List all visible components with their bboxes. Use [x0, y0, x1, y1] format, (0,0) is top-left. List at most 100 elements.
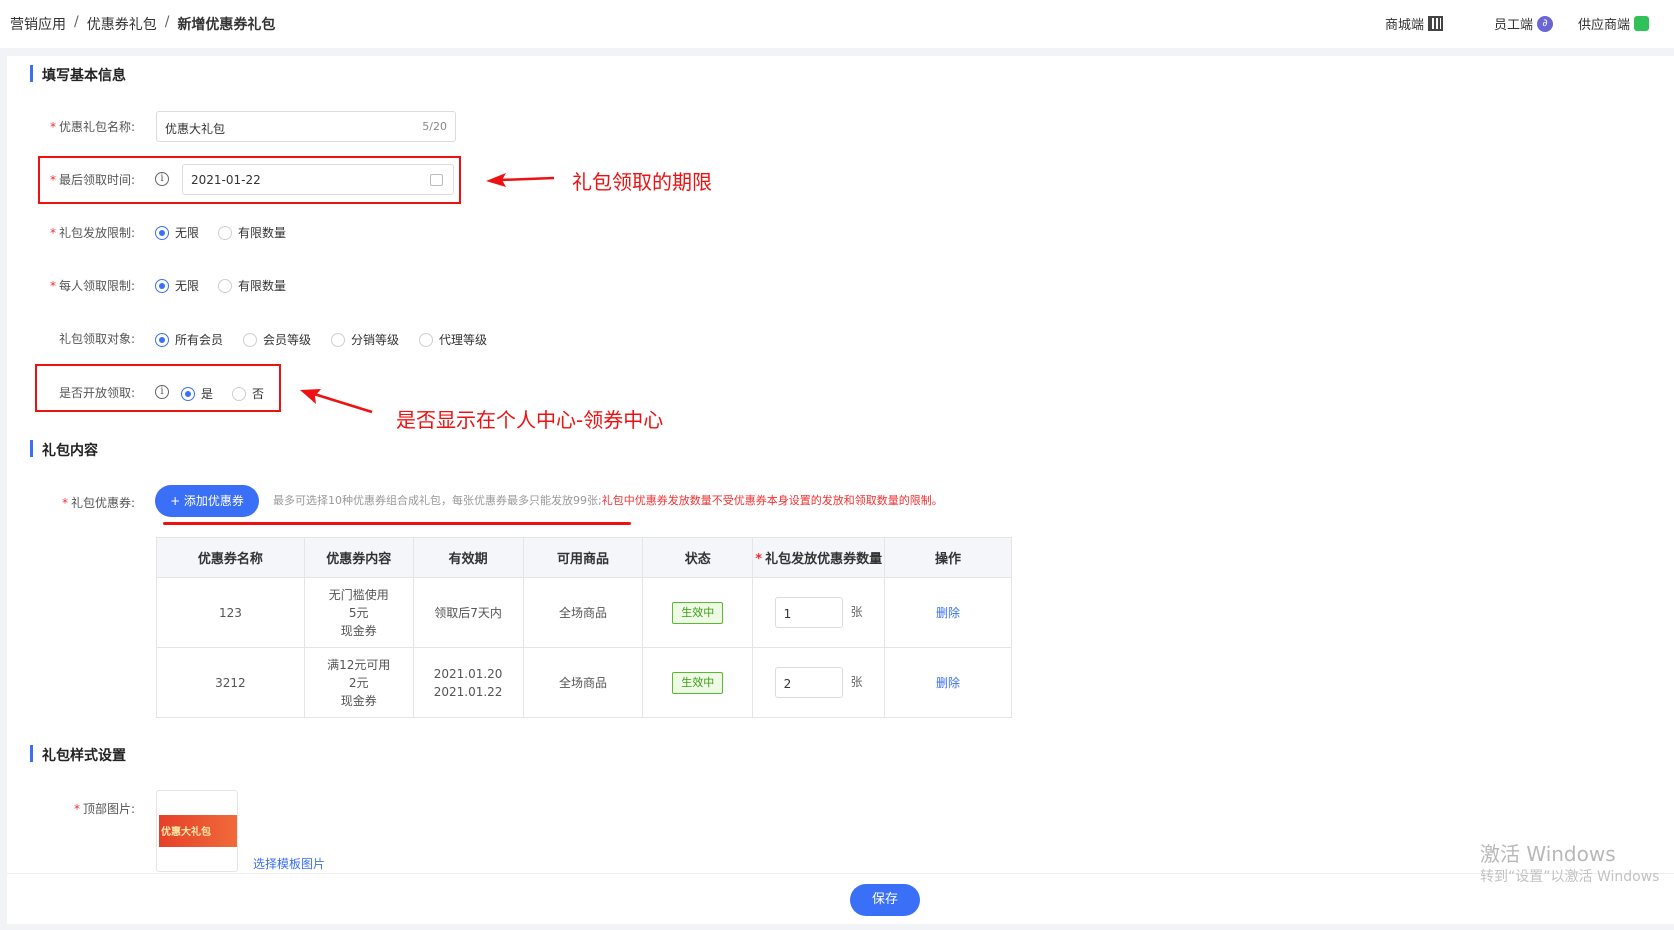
table-row: 3212 满12元可用 2元 现金券 2021.01.20 2021.01.22… — [156, 647, 1012, 718]
column-header: 可用商品 — [522, 537, 644, 578]
radio-unchecked — [331, 332, 345, 347]
save-button[interactable]: 保存 — [850, 884, 920, 916]
cell-coupon-content: 满12元可用 2元 现金券 — [303, 647, 414, 718]
section-title-content: 礼包内容 — [30, 440, 98, 460]
content-line: 现金券 — [340, 623, 377, 638]
per-person-limited-radio[interactable]: 有限数量 — [218, 277, 286, 294]
annotation-underline — [163, 522, 631, 525]
issue-limit-unlimited-radio[interactable]: 无限 — [155, 224, 199, 241]
portal-supplier-label: 供应商端 — [1578, 18, 1631, 33]
breadcrumb: 营销应用 / 优惠券礼包 / 新增优惠券礼包 — [10, 14, 275, 34]
validity-line: 领取后7天内 — [434, 605, 502, 620]
qty-unit: 张 — [850, 675, 863, 689]
open-yes-radio[interactable]: 是 — [181, 385, 213, 402]
choose-template-link[interactable]: 选择模板图片 — [253, 855, 325, 872]
cell-qty: 2张 — [752, 647, 886, 718]
breadcrumb-item-coupon-pack[interactable]: 优惠券礼包 — [87, 14, 157, 34]
cell-action: 删除 — [884, 577, 1012, 648]
radio-unchecked — [218, 278, 232, 293]
cell-status: 生效中 — [642, 577, 754, 648]
info-icon[interactable]: i — [155, 385, 169, 399]
column-header: 有效期 — [412, 537, 524, 578]
cell-validity: 领取后7天内 — [412, 577, 524, 648]
section-title-basic: 填写基本信息 — [30, 65, 126, 85]
per-person-unlimited-radio[interactable]: 无限 — [155, 277, 199, 294]
radio-label: 是 — [201, 387, 214, 401]
radio-unchecked — [232, 386, 246, 401]
top-image-label: * 顶部图片: — [5, 800, 135, 817]
target-agent-level-radio[interactable]: 代理等级 — [419, 331, 487, 348]
link-icon: ∂ — [1537, 15, 1554, 32]
portal-mall-label: 商城端 — [1385, 18, 1425, 33]
delete-link[interactable]: 删除 — [936, 676, 960, 690]
radio-label: 所有会员 — [175, 333, 224, 347]
section-title-style: 礼包样式设置 — [30, 745, 126, 765]
top-image-thumbnail[interactable]: 优惠大礼包 — [156, 790, 238, 872]
name-input[interactable]: 优惠大礼包 5/20 — [156, 111, 456, 142]
target-distribution-level-radio[interactable]: 分销等级 — [331, 331, 399, 348]
required-mark: * — [49, 120, 56, 134]
qty-input[interactable]: 2 — [774, 667, 843, 698]
radio-unchecked — [243, 332, 257, 347]
status-badge: 生效中 — [672, 601, 724, 624]
cell-coupon-content: 无门槛使用 5元 现金券 — [303, 577, 414, 648]
radio-label: 有限数量 — [238, 226, 287, 240]
radio-label: 无限 — [175, 226, 200, 240]
issue-limit-label-text: 礼包发放限制: — [58, 226, 135, 240]
banner-image: 优惠大礼包 — [159, 815, 237, 847]
top-image-label-text: 顶部图片: — [82, 802, 135, 816]
issue-limit-limited-radio[interactable]: 有限数量 — [218, 224, 286, 241]
required-mark: * — [73, 802, 80, 816]
name-input-value: 优惠大礼包 — [165, 122, 226, 136]
target-member-level-radio[interactable]: 会员等级 — [243, 331, 311, 348]
content-line: 满12元可用 — [327, 657, 391, 672]
cell-qty: 1张 — [752, 577, 886, 648]
annotation-open: 是否显示在个人中心-领券中心 — [396, 408, 664, 432]
name-label: * 优惠礼包名称: — [5, 118, 135, 135]
radio-checked — [155, 332, 169, 347]
breadcrumb-separator: / — [74, 14, 79, 30]
portal-staff-label: 员工端 — [1494, 18, 1534, 33]
open-label-text: 是否开放领取: — [58, 386, 135, 400]
radio-checked — [155, 278, 169, 293]
target-all-members-radio[interactable]: 所有会员 — [155, 331, 223, 348]
per-person-label: * 每人领取限制: — [5, 277, 135, 294]
cell-coupon-name: 3212 — [156, 647, 305, 718]
portal-supplier[interactable]: 供应商端 — [1578, 14, 1650, 33]
qty-input[interactable]: 1 — [774, 597, 843, 628]
radio-label: 有限数量 — [238, 279, 287, 293]
header-divider — [0, 48, 1674, 56]
radio-label: 否 — [252, 387, 265, 401]
info-icon[interactable]: i — [155, 172, 169, 186]
add-coupon-button[interactable]: + 添加优惠券 — [155, 485, 259, 517]
deadline-date-picker[interactable]: 2021-01-22 — [182, 164, 454, 195]
qrcode-icon — [1428, 16, 1444, 31]
cell-goods: 全场商品 — [522, 577, 644, 648]
issue-limit-label: * 礼包发放限制: — [5, 224, 135, 241]
footer-divider — [7, 873, 1674, 874]
open-no-radio[interactable]: 否 — [232, 385, 264, 402]
coupon-table: 优惠券名称 优惠券内容 有效期 可用商品 状态 * 礼包发放优惠券数量 操作 12… — [156, 537, 1012, 718]
radio-label: 无限 — [175, 279, 200, 293]
deadline-date-value: 2021-01-22 — [191, 173, 261, 187]
portal-staff[interactable]: 员工端 ∂ — [1494, 14, 1554, 33]
validity-line: 2021.01.22 — [433, 684, 503, 699]
breadcrumb-item-current: 新增优惠券礼包 — [177, 17, 276, 33]
required-mark: * — [49, 226, 56, 240]
content-line: 2元 — [348, 675, 369, 690]
qty-unit: 张 — [850, 605, 863, 619]
validity-line: 2021.01.20 — [433, 666, 503, 681]
radio-label: 分销等级 — [351, 333, 400, 347]
content-line: 5元 — [348, 605, 369, 620]
cell-coupon-name: 123 — [156, 577, 305, 648]
column-header: 优惠券内容 — [303, 537, 414, 578]
required-mark: * — [61, 496, 68, 510]
top-bar: 营销应用 / 优惠券礼包 / 新增优惠券礼包 商城端 员工端 ∂ 供应商端 — [0, 0, 1674, 48]
bottom-gutter — [0, 924, 1674, 930]
breadcrumb-item-marketing[interactable]: 营销应用 — [10, 14, 66, 34]
cell-validity: 2021.01.20 2021.01.22 — [412, 647, 524, 718]
cell-goods: 全场商品 — [522, 647, 644, 718]
portal-mall[interactable]: 商城端 — [1385, 14, 1444, 33]
delete-link[interactable]: 删除 — [936, 606, 960, 620]
radio-label: 代理等级 — [439, 333, 488, 347]
